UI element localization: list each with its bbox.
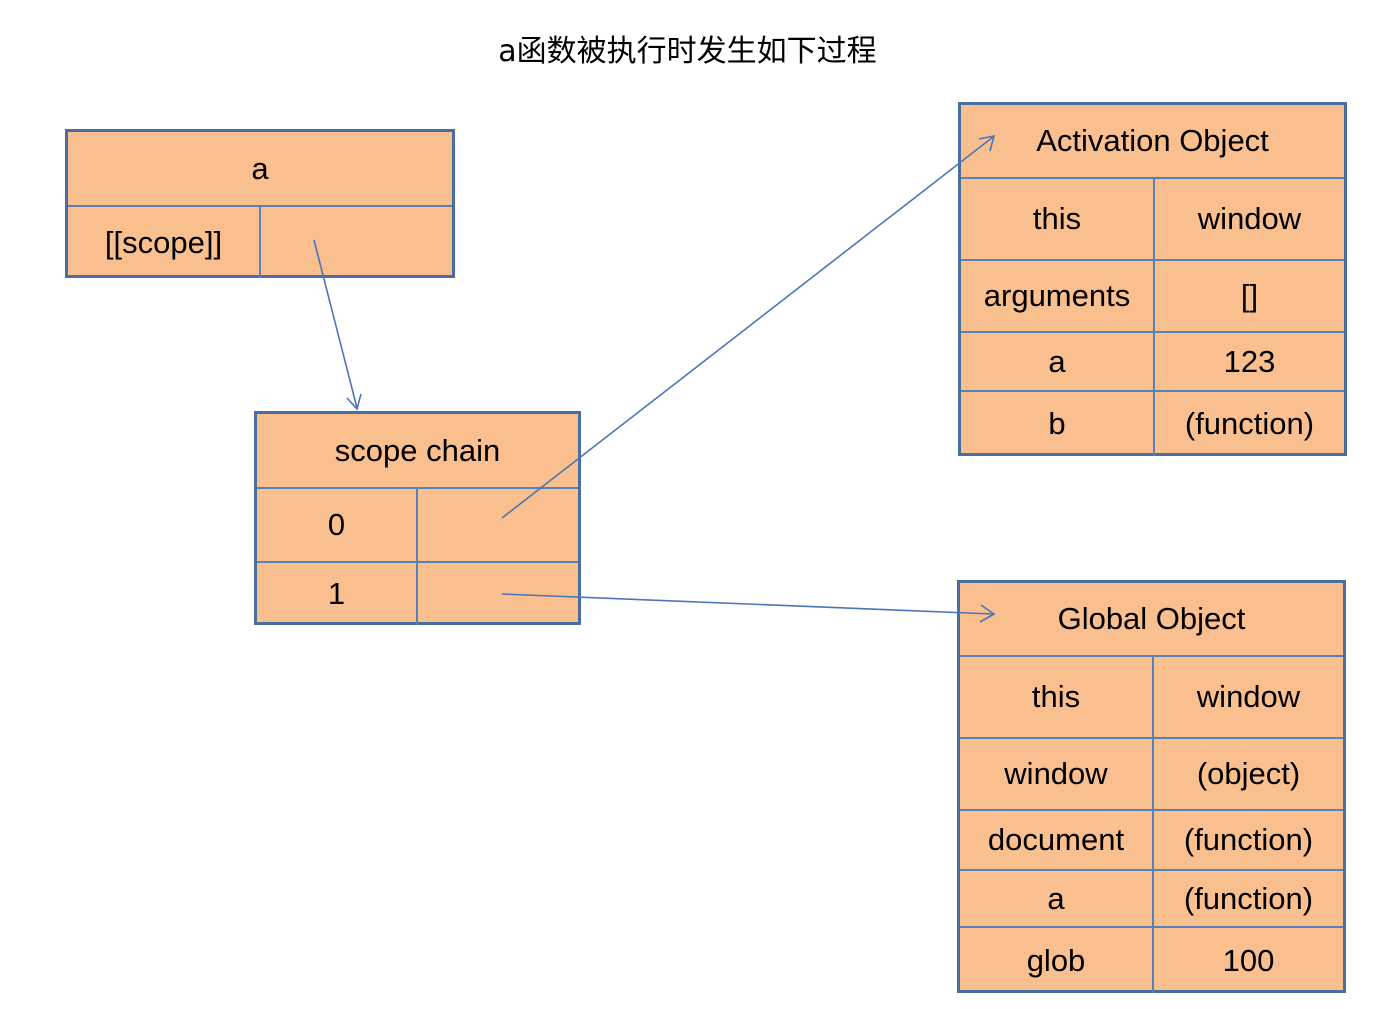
activation-object-box: Activation Object this window arguments … — [958, 102, 1347, 456]
global-object-row: document (function) — [960, 809, 1343, 869]
scope-chain-index: 0 — [257, 489, 418, 561]
global-object-row: this window — [960, 655, 1343, 737]
ao-key: b — [961, 392, 1155, 456]
ao-value: 123 — [1223, 343, 1276, 379]
diagram-title: a函数被执行时发生如下过程 — [498, 34, 877, 69]
scope-chain-pointer — [418, 489, 578, 561]
global-object-title: Global Object — [1057, 601, 1246, 636]
activation-object-row: this window — [961, 177, 1344, 259]
ao-key: arguments — [961, 261, 1155, 331]
ao-key: this — [961, 179, 1155, 259]
global-object-header: Global Object — [960, 583, 1343, 655]
go-key: this — [960, 657, 1154, 737]
go-value: window — [1196, 679, 1301, 714]
function-a-header-label: a — [251, 150, 269, 186]
activation-object-title: Activation Object — [1036, 123, 1269, 158]
function-a-scope-row: [[scope]] — [68, 205, 452, 278]
go-key: a — [960, 871, 1154, 926]
scope-chain-row: 1 — [257, 561, 578, 625]
global-object-box: Global Object this window window (object… — [957, 580, 1346, 993]
scope-chain-pointer — [418, 563, 578, 625]
scope-property-value — [261, 207, 452, 278]
function-a-header: a — [68, 132, 452, 205]
activation-object-row: a 123 — [961, 331, 1344, 390]
ao-key: a — [961, 333, 1155, 390]
global-object-row: a (function) — [960, 869, 1343, 926]
ao-value: (function) — [1184, 406, 1315, 441]
go-key: glob — [960, 928, 1154, 993]
ao-value: [] — [1240, 278, 1259, 313]
scope-chain-index: 1 — [257, 563, 418, 625]
function-a-box: a [[scope]] — [65, 129, 455, 278]
ao-value: window — [1197, 201, 1302, 236]
go-value: (object) — [1196, 756, 1301, 791]
scope-chain-row: 0 — [257, 487, 578, 561]
activation-object-row: b (function) — [961, 390, 1344, 456]
scope-chain-header-label: scope chain — [334, 432, 501, 468]
go-value: (function) — [1183, 880, 1314, 916]
scope-property-label: [[scope]] — [68, 207, 261, 278]
global-object-row: glob 100 — [960, 926, 1343, 993]
global-object-row: window (object) — [960, 737, 1343, 809]
go-key: document — [960, 811, 1154, 869]
arrowhead — [346, 393, 362, 411]
go-value: 100 — [1222, 942, 1275, 978]
activation-object-row: arguments [] — [961, 259, 1344, 331]
go-key: window — [960, 739, 1154, 809]
go-value: (function) — [1183, 822, 1314, 857]
scope-chain-header: scope chain — [257, 414, 578, 487]
activation-object-header: Activation Object — [961, 105, 1344, 177]
scope-chain-box: scope chain 0 1 — [254, 411, 581, 625]
